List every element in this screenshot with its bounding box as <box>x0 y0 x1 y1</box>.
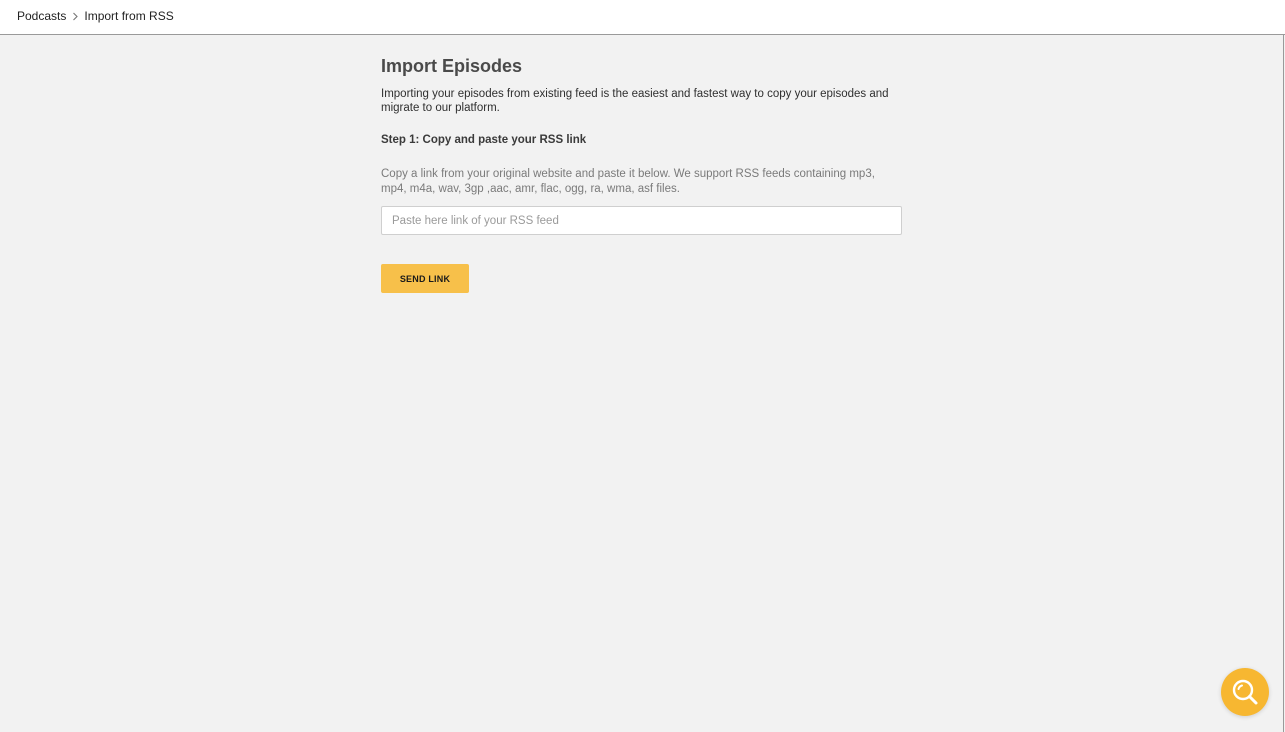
step-title: Step 1: Copy and paste your RSS link <box>381 134 587 146</box>
send-link-button[interactable]: SEND LINK <box>381 264 469 293</box>
supported-formats-text: Copy a link from your original website a… <box>381 168 875 195</box>
page-title: Import Episodes <box>381 56 523 76</box>
breadcrumb-podcasts[interactable]: Podcasts <box>17 9 66 23</box>
window-edge <box>1283 35 1284 732</box>
top-bar: Podcasts Import from RSS <box>0 0 1285 35</box>
intro-text: Importing your episodes from existing fe… <box>381 88 889 114</box>
search-icon <box>1232 679 1258 705</box>
breadcrumb-import-from-rss: Import from RSS <box>84 9 174 23</box>
help-search-button[interactable] <box>1221 668 1269 716</box>
import-episodes-panel: Import Episodes Importing your episodes … <box>381 55 902 293</box>
rss-link-input[interactable] <box>381 206 902 235</box>
chevron-right-icon <box>68 12 82 21</box>
breadcrumb: Podcasts Import from RSS <box>17 9 174 23</box>
